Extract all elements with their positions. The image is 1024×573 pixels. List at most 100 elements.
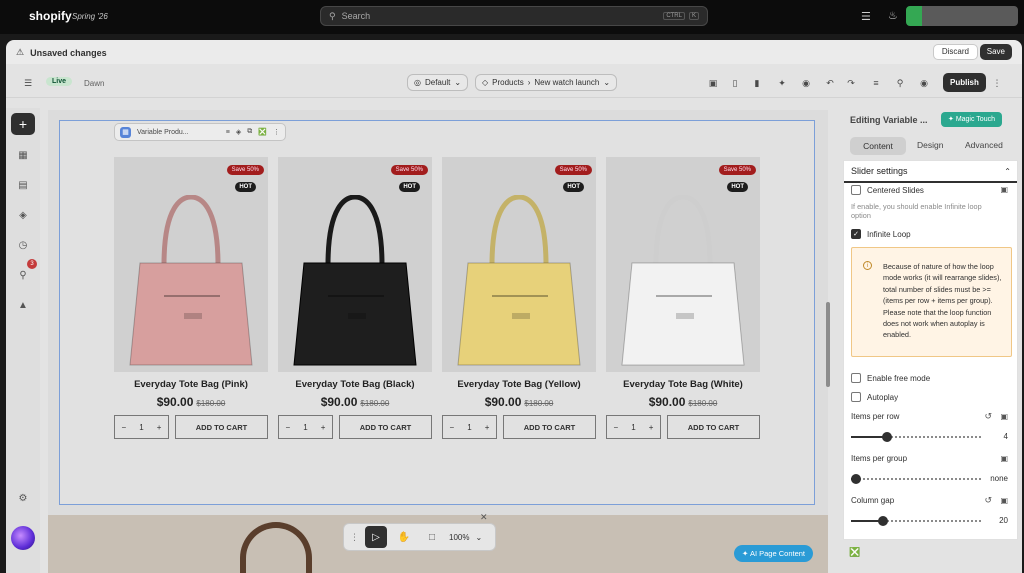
layout-icon[interactable]: ▦: [13, 145, 33, 165]
add-to-cart-button[interactable]: ADD TO CART: [667, 415, 760, 439]
search-input[interactable]: ⚲ Search CTRL K: [320, 6, 708, 26]
account-menu[interactable]: [906, 6, 1018, 26]
items-per-row-slider[interactable]: [851, 432, 983, 442]
trash-icon[interactable]: ❎: [849, 547, 860, 558]
centered-slides-checkbox[interactable]: [851, 185, 861, 195]
settings-sliders-icon[interactable]: ≡: [868, 75, 884, 91]
desktop-icon[interactable]: ▣: [1000, 412, 1008, 421]
template-select[interactable]: ◎ Default ⌄: [407, 74, 469, 91]
plus-icon[interactable]: +: [485, 423, 490, 432]
tab-design[interactable]: Design: [917, 140, 943, 150]
reset-icon[interactable]: ↺: [984, 495, 992, 506]
product-card[interactable]: Save 50% HOT Everyday Tote Bag (White) $90.…: [606, 157, 760, 439]
page-select[interactable]: ◇ Products › New watch launch ⌄: [475, 74, 618, 91]
product-image[interactable]: Save 50% HOT: [606, 157, 760, 372]
plus-icon[interactable]: +: [321, 423, 326, 432]
product-image[interactable]: Save 50% HOT: [114, 157, 268, 372]
free-mode-checkbox[interactable]: [851, 373, 861, 383]
product-card[interactable]: Save 50% HOT Everyday Tote Bag (Black) $90.…: [278, 157, 432, 439]
quantity-value[interactable]: 1: [467, 423, 471, 432]
product-name[interactable]: Everyday Tote Bag (Yellow): [442, 379, 596, 390]
product-image[interactable]: Save 50% HOT: [442, 157, 596, 372]
quantity-value[interactable]: 1: [139, 423, 143, 432]
quantity-value[interactable]: 1: [631, 423, 635, 432]
mobile-view-icon[interactable]: ▮: [749, 75, 765, 91]
desktop-icon[interactable]: ▣: [1000, 185, 1008, 194]
chevron-down-icon[interactable]: ⌄: [475, 533, 482, 542]
shopify-logo[interactable]: shopify: [12, 9, 72, 61]
product-name[interactable]: Everyday Tote Bag (Black): [278, 379, 432, 390]
undo-icon[interactable]: ↶: [822, 75, 838, 91]
autoplay-row[interactable]: Autoplay: [851, 392, 898, 402]
tablet-view-icon[interactable]: ▯: [727, 75, 743, 91]
infinite-loop-checkbox[interactable]: ✓: [851, 229, 861, 239]
sections-icon[interactable]: ▤: [13, 175, 33, 195]
save-button[interactable]: Save: [979, 44, 1012, 60]
fit-icon[interactable]: □: [421, 526, 443, 548]
tab-advanced[interactable]: Advanced: [965, 140, 1003, 150]
magic-wand-icon[interactable]: ✦: [774, 75, 790, 91]
add-to-cart-button[interactable]: ADD TO CART: [175, 415, 268, 439]
slider-knob[interactable]: [878, 516, 888, 526]
ai-assistant-orb[interactable]: [11, 526, 35, 550]
slider-knob[interactable]: [851, 474, 861, 484]
desktop-icon[interactable]: ▣: [1000, 454, 1008, 463]
eye-icon[interactable]: ◉: [916, 75, 932, 91]
product-card[interactable]: Save 50% HOT Everyday Tote Bag (Yellow) $90…: [442, 157, 596, 439]
apps-icon[interactable]: ▲: [13, 295, 33, 315]
magic-touch-button[interactable]: ✦ Magic Touch: [941, 112, 1002, 127]
product-image[interactable]: Save 50% HOT: [278, 157, 432, 372]
quantity-stepper[interactable]: − 1 +: [278, 415, 333, 439]
centered-slides-row[interactable]: Centered Slides: [851, 185, 924, 195]
minus-icon[interactable]: −: [450, 423, 455, 432]
duplicate-icon[interactable]: ⧉: [247, 128, 252, 136]
trash-icon[interactable]: ❎: [258, 128, 267, 136]
gear-icon[interactable]: ⚙: [13, 488, 33, 508]
add-to-cart-button[interactable]: ADD TO CART: [503, 415, 596, 439]
plus-icon[interactable]: +: [157, 423, 162, 432]
quantity-value[interactable]: 1: [303, 423, 307, 432]
minus-icon[interactable]: −: [286, 423, 291, 432]
slider-knob[interactable]: [882, 432, 892, 442]
layers-icon[interactable]: ◈: [236, 128, 241, 136]
redo-icon[interactable]: ↷: [843, 75, 859, 91]
plus-icon[interactable]: +: [649, 423, 654, 432]
drag-handle-icon[interactable]: ⋮: [350, 532, 359, 543]
product-name[interactable]: Everyday Tote Bag (Pink): [114, 379, 268, 390]
layers-icon[interactable]: ◈: [13, 205, 33, 225]
preview-icon[interactable]: ◉: [798, 75, 814, 91]
ai-page-content-button[interactable]: ✦ AI Page Content: [734, 545, 814, 562]
quantity-stepper[interactable]: − 1 +: [606, 415, 661, 439]
play-icon[interactable]: ▷: [365, 526, 387, 548]
history-icon[interactable]: ◷: [13, 235, 33, 255]
more-icon[interactable]: ⋮: [273, 128, 280, 136]
reset-icon[interactable]: ↺: [984, 411, 992, 422]
tab-content[interactable]: Content: [850, 137, 906, 155]
bell-icon[interactable]: ♨: [888, 9, 898, 22]
hand-icon[interactable]: ✋: [393, 526, 415, 548]
publish-button[interactable]: Publish: [943, 73, 986, 92]
discard-button[interactable]: Discard: [932, 44, 978, 60]
quantity-stepper[interactable]: − 1 +: [442, 415, 497, 439]
free-mode-row[interactable]: Enable free mode: [851, 373, 930, 383]
close-icon[interactable]: ✕: [480, 512, 488, 523]
minus-icon[interactable]: −: [122, 423, 127, 432]
slider-settings-header[interactable]: Slider settings ⌃: [844, 161, 1017, 183]
column-gap-slider[interactable]: [851, 516, 983, 526]
product-name[interactable]: Everyday Tote Bag (White): [606, 379, 760, 390]
inspect-icon[interactable]: ⚲: [892, 75, 908, 91]
add-element-button[interactable]: +: [11, 113, 35, 135]
quantity-stepper[interactable]: − 1 +: [114, 415, 169, 439]
product-card[interactable]: Save 50% HOT Everyday Tote Bag (Pink) $90.0…: [114, 157, 268, 439]
align-icon[interactable]: ≡: [226, 129, 230, 136]
infinite-loop-row[interactable]: ✓ Infinite Loop: [851, 229, 911, 239]
zoom-level[interactable]: 100%: [449, 533, 469, 542]
database-icon[interactable]: ☰: [861, 10, 871, 23]
canvas-scrollbar[interactable]: [826, 302, 830, 387]
menu-icon[interactable]: ☰: [20, 75, 36, 91]
autoplay-checkbox[interactable]: [851, 392, 861, 402]
desktop-icon[interactable]: ▣: [1000, 496, 1008, 505]
add-to-cart-button[interactable]: ADD TO CART: [339, 415, 432, 439]
minus-icon[interactable]: −: [614, 423, 619, 432]
more-icon[interactable]: ⋮: [989, 75, 1005, 91]
